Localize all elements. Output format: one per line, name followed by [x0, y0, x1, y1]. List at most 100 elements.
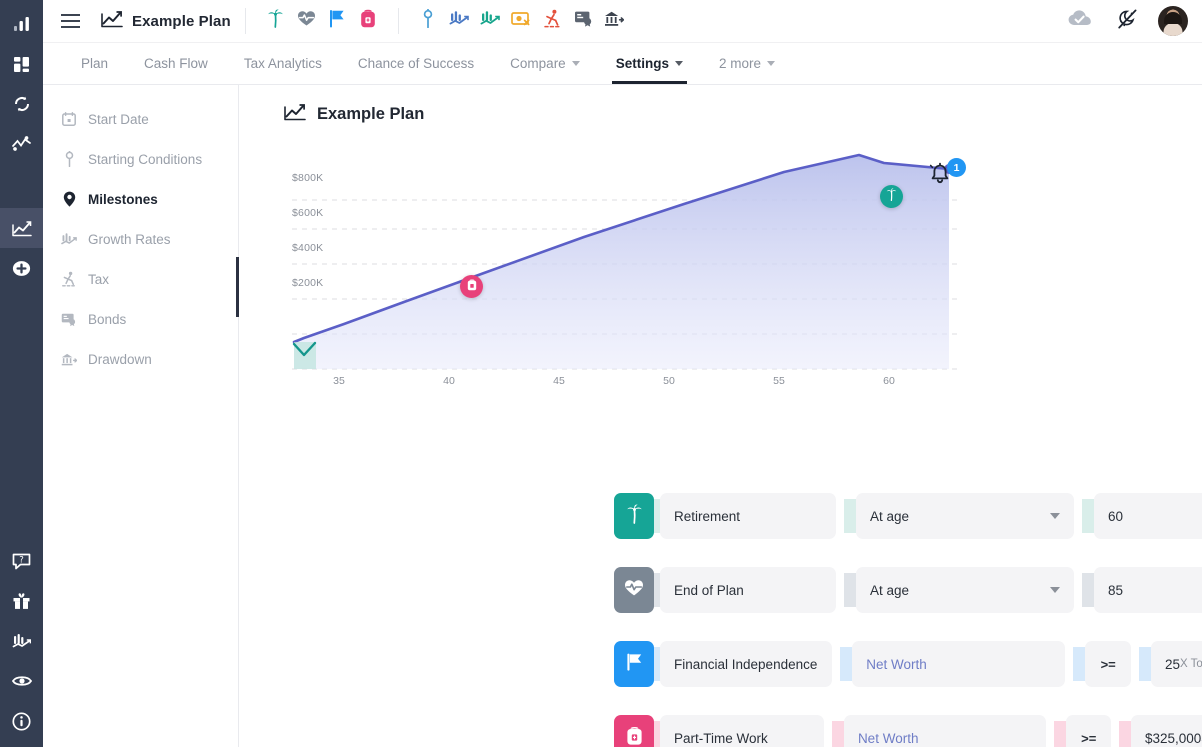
milestone-row-retirement[interactable]: Retirement At age 60	[614, 493, 1202, 539]
rail-item-share[interactable]	[0, 661, 43, 701]
toolbar-right-group	[1064, 4, 1188, 38]
tab-cash-flow[interactable]: Cash Flow	[126, 43, 226, 84]
toolbar-activity-button[interactable]	[537, 4, 568, 38]
milestone-name-input[interactable]: Part-Time Work	[660, 715, 824, 747]
milestone-value-input[interactable]: 25 X Total Expenses	[1151, 641, 1202, 687]
tab-label: Settings	[616, 56, 669, 71]
chart-xtick-45: 45	[553, 375, 565, 387]
sidebar-item-bonds[interactable]: Bonds	[43, 299, 238, 339]
sidebar-item-starting-conditions[interactable]: Starting Conditions	[43, 139, 238, 179]
sidebar-item-growth-rates[interactable]: Growth Rates	[43, 219, 238, 259]
theme-toggle-button[interactable]	[1111, 4, 1142, 38]
milestone-condition-select[interactable]: Net Worth	[844, 715, 1047, 747]
milestone-operator-select[interactable]: >=	[1085, 641, 1131, 687]
palm-tree-icon	[886, 188, 897, 206]
toolbar-event-button[interactable]	[413, 4, 444, 38]
chart-ytick-800k: $800K	[292, 172, 323, 184]
plan-title-group[interactable]: Example Plan	[101, 10, 231, 33]
chart-ytick-400k: $400K	[292, 242, 323, 254]
rail-item-trends[interactable]	[0, 124, 43, 164]
chart-notification[interactable]: 1	[929, 162, 963, 192]
toolbar-flag-button[interactable]	[322, 4, 353, 38]
chart-marker-retirement[interactable]	[880, 185, 903, 208]
milestone-value-input[interactable]: 60	[1094, 493, 1202, 539]
chart-line-icon	[101, 10, 123, 33]
milestone-icon-button[interactable]	[614, 493, 654, 539]
person-activity-icon	[543, 9, 562, 33]
rail-item-about[interactable]	[0, 701, 43, 741]
rail-item-sync[interactable]	[0, 84, 43, 124]
rail-item-referrals[interactable]	[0, 581, 43, 621]
tab-chance-of-success[interactable]: Chance of Success	[340, 43, 492, 84]
tab-compare[interactable]: Compare	[492, 43, 598, 84]
rail-item-dashboard[interactable]	[0, 44, 43, 84]
chart-line-icon	[284, 103, 306, 126]
milestone-operator-select[interactable]: >=	[1066, 715, 1111, 747]
chart-marker-part-time-work[interactable]	[460, 275, 483, 298]
milestone-condition-select[interactable]: At age	[856, 493, 1074, 539]
rail-item-plan[interactable]	[0, 208, 43, 248]
toolbar-drawdown-button[interactable]	[599, 4, 630, 38]
milestone-value-input[interactable]: $325,000 2023 Currency	[1131, 715, 1202, 747]
milestone-name-input[interactable]: End of Plan	[660, 567, 836, 613]
chevron-down-icon	[572, 61, 580, 66]
sidebar-item-drawdown[interactable]: Drawdown	[43, 339, 238, 379]
milestone-value-input[interactable]: 85	[1094, 567, 1202, 613]
theme-toggle-icon	[1116, 9, 1138, 34]
heartbeat-icon	[297, 10, 316, 32]
milestone-row-financial-independence[interactable]: Financial Independence Net Worth >= 25 X…	[614, 641, 1202, 687]
rail-item-growth[interactable]	[0, 621, 43, 661]
milestone-value: 85	[1108, 583, 1123, 598]
rail-item-analytics[interactable]	[0, 4, 43, 44]
cloud-saved-button[interactable]	[1064, 4, 1095, 38]
eye-link-icon	[12, 674, 32, 688]
rail-item-new-plan[interactable]	[0, 248, 43, 288]
net-worth-chart[interactable]: $800K $600K $400K $200K 35 40 45 50 55 6…	[284, 142, 999, 402]
gift-icon	[12, 592, 31, 610]
avatar[interactable]	[1158, 6, 1188, 36]
milestone-icon-button[interactable]	[614, 715, 654, 747]
milestone-icon-button[interactable]	[614, 567, 654, 613]
milestone-name-input[interactable]: Retirement	[660, 493, 836, 539]
backpack-icon	[626, 726, 643, 747]
milestone-operator-value: >=	[1081, 731, 1096, 746]
tab-tax-analytics[interactable]: Tax Analytics	[226, 43, 340, 84]
tab-more[interactable]: 2 more	[701, 43, 793, 84]
toolbar-heartbeat-button[interactable]	[291, 4, 322, 38]
tab-settings[interactable]: Settings	[598, 43, 701, 84]
milestone-row-part-time-work[interactable]: Part-Time Work Net Worth >= $325,000 202…	[614, 715, 1202, 747]
sidebar-item-milestones[interactable]: Milestones	[43, 179, 238, 219]
refresh-cycle-icon	[13, 95, 31, 113]
milestone-value-suffix: X Total Expenses	[1180, 658, 1202, 670]
chart-ytick-600k: $600K	[292, 207, 323, 219]
milestone-row-end-of-plan[interactable]: End of Plan At age 85	[614, 567, 1202, 613]
tool-icon-group	[413, 4, 630, 38]
main-tabs: Plan Cash Flow Tax Analytics Chance of S…	[43, 43, 1202, 85]
milestone-condition-select[interactable]: At age	[856, 567, 1074, 613]
toolbar-palm-tree-button[interactable]	[260, 4, 291, 38]
milestone-value: $325,000	[1145, 731, 1201, 746]
sidebar-item-tax[interactable]: Tax	[43, 259, 238, 299]
toolbar-backpack-button[interactable]	[353, 4, 384, 38]
tab-label: Tax Analytics	[244, 56, 322, 71]
toolbar-bonds-button[interactable]	[568, 4, 599, 38]
hamburger-menu-button[interactable]	[53, 4, 87, 38]
bond-certificate-icon	[574, 10, 593, 32]
toolbar-growth-button[interactable]	[475, 4, 506, 38]
milestones-list: Retirement At age 60	[614, 493, 1202, 747]
heartbeat-icon	[624, 579, 644, 602]
toolbar-income-button[interactable]	[444, 4, 475, 38]
milestone-name-value: Part-Time Work	[674, 731, 768, 746]
milestone-icon-button[interactable]	[614, 641, 654, 687]
milestone-name-input[interactable]: Financial Independence	[660, 641, 832, 687]
top-toolbar: Example Plan	[43, 0, 1202, 43]
tab-plan[interactable]: Plan	[63, 43, 126, 84]
milestone-condition-select[interactable]: Net Worth	[852, 641, 1065, 687]
toolbar-expense-button[interactable]	[506, 4, 537, 38]
toolbar-divider-2	[398, 8, 399, 34]
sidebar-item-start-date[interactable]: Start Date	[43, 99, 238, 139]
primary-nav-rail: ?	[0, 0, 43, 747]
milestone-value: 25	[1165, 657, 1180, 672]
rail-item-help[interactable]: ?	[0, 541, 43, 581]
sparkline-icon	[12, 136, 31, 152]
